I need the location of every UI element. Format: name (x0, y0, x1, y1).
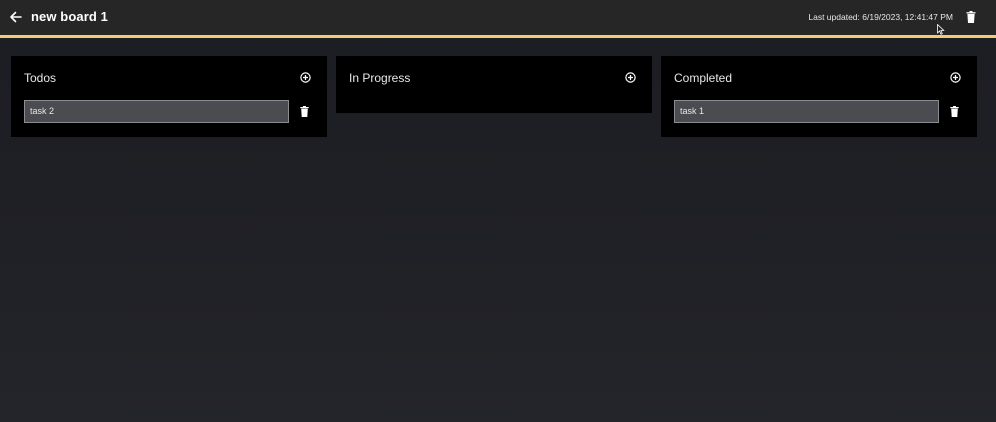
column-title: Todos (24, 71, 57, 85)
back-arrow-icon[interactable] (9, 10, 23, 24)
delete-board-trash-icon[interactable] (966, 11, 976, 23)
delete-task-trash-icon[interactable] (300, 106, 309, 117)
add-task-plus-circle-icon[interactable] (950, 72, 961, 83)
task-input[interactable]: task 2 (24, 100, 289, 123)
header-accent-line (0, 35, 996, 38)
board-title: new board 1 (31, 9, 108, 24)
column-title: Completed (674, 71, 733, 85)
mouse-cursor-icon (937, 24, 945, 35)
column-completed: Completed task 1 (661, 56, 977, 137)
task-input[interactable]: task 1 (674, 100, 939, 123)
column-in-progress: In Progress (336, 56, 652, 113)
column-title: In Progress (349, 71, 411, 85)
add-task-plus-circle-icon[interactable] (300, 72, 311, 83)
top-bar: new board 1 Last updated: 6/19/2023, 12:… (0, 0, 996, 35)
last-updated-text: Last updated: 6/19/2023, 12:41:47 PM (808, 12, 953, 22)
add-task-plus-circle-icon[interactable] (625, 72, 636, 83)
delete-task-trash-icon[interactable] (950, 106, 959, 117)
column-todos: Todos task 2 (11, 56, 327, 137)
